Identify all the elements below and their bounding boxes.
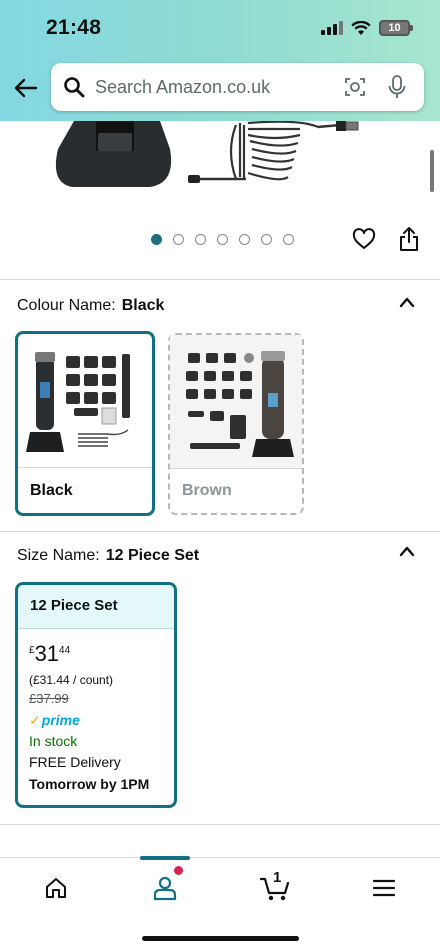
user-icon [153, 876, 177, 901]
nav-active-indicator [140, 856, 190, 860]
cart-count: 1 [273, 869, 282, 886]
menu-icon [372, 879, 396, 897]
search-input[interactable] [95, 76, 335, 98]
colour-option-image [18, 334, 152, 468]
nav-menu[interactable] [364, 872, 404, 904]
prime-check-icon: ✓ [29, 712, 41, 728]
colour-section-label: Colour Name: Black [17, 297, 164, 315]
nav-cart[interactable]: 1 [255, 869, 295, 904]
colour-selected-value: Black [121, 297, 165, 314]
heart-icon[interactable] [352, 228, 376, 250]
carousel-dot[interactable] [261, 234, 272, 245]
chevron-up-icon[interactable] [398, 296, 416, 308]
back-arrow-icon[interactable] [12, 74, 40, 102]
price: £ 31 44 [29, 643, 164, 665]
size-label: Size Name: [17, 547, 100, 564]
product-photo [55, 121, 359, 187]
size-section-label: Size Name: 12 Piece Set [17, 547, 199, 565]
colour-option-label: Brown [182, 482, 232, 499]
share-icon[interactable] [398, 226, 420, 252]
price-whole: 31 [34, 641, 60, 666]
status-icons: 10 [321, 20, 413, 36]
home-indicator[interactable] [142, 936, 299, 941]
carousel-dot[interactable] [151, 234, 162, 245]
carousel-dot[interactable] [173, 234, 184, 245]
delivery-time: Tomorrow by 1PM [29, 776, 150, 792]
size-selected-value: 12 Piece Set [105, 547, 200, 564]
chevron-up-icon[interactable] [398, 545, 416, 557]
prime-badge: ✓prime [29, 709, 164, 731]
size-option-details: £ 31 44 (£31.44 / count) £37.99 ✓prime I… [18, 629, 174, 795]
carousel-dot[interactable] [217, 234, 228, 245]
battery-icon: 10 [379, 20, 413, 36]
colour-option-brown[interactable]: Brown [168, 333, 304, 515]
microphone-icon[interactable] [386, 74, 408, 100]
delivery-label: FREE Delivery [29, 754, 121, 770]
header-bar: 21:48 10 [0, 0, 440, 121]
size-option-title: 12 Piece Set [18, 585, 174, 629]
old-price: £37.99 [29, 691, 69, 706]
carousel-dot[interactable] [283, 234, 294, 245]
carousel-dot[interactable] [195, 234, 206, 245]
carousel-dot[interactable] [239, 234, 250, 245]
divider [0, 531, 440, 532]
camera-scan-icon[interactable] [344, 76, 366, 98]
notification-dot [174, 866, 183, 875]
nav-home[interactable] [36, 872, 76, 904]
colour-option-black[interactable]: Black [15, 331, 155, 516]
search-icon [64, 77, 85, 98]
search-bar[interactable] [51, 63, 424, 111]
nav-account[interactable] [145, 866, 185, 904]
carousel-dots[interactable] [151, 234, 294, 245]
colour-label: Colour Name: [17, 297, 116, 314]
status-time: 21:48 [46, 16, 102, 39]
prime-label: prime [41, 712, 80, 728]
stock-status: In stock [29, 733, 78, 749]
price-per-count: (£31.44 / count) [29, 673, 114, 687]
price-fraction: 44 [59, 645, 71, 656]
colour-option-label: Black [30, 482, 73, 499]
product-image[interactable] [0, 121, 440, 221]
divider [0, 824, 440, 825]
home-icon [46, 878, 66, 898]
size-option-card[interactable]: 12 Piece Set £ 31 44 (£31.44 / count) £3… [15, 582, 177, 808]
product-page: 21:48 10 Search Amazon.co.uk Colour Name… [0, 0, 440, 951]
colour-option-image [170, 335, 302, 469]
signal-icon [321, 21, 343, 35]
wifi-icon [351, 20, 371, 35]
scrollbar[interactable] [430, 150, 434, 192]
divider [0, 279, 440, 280]
